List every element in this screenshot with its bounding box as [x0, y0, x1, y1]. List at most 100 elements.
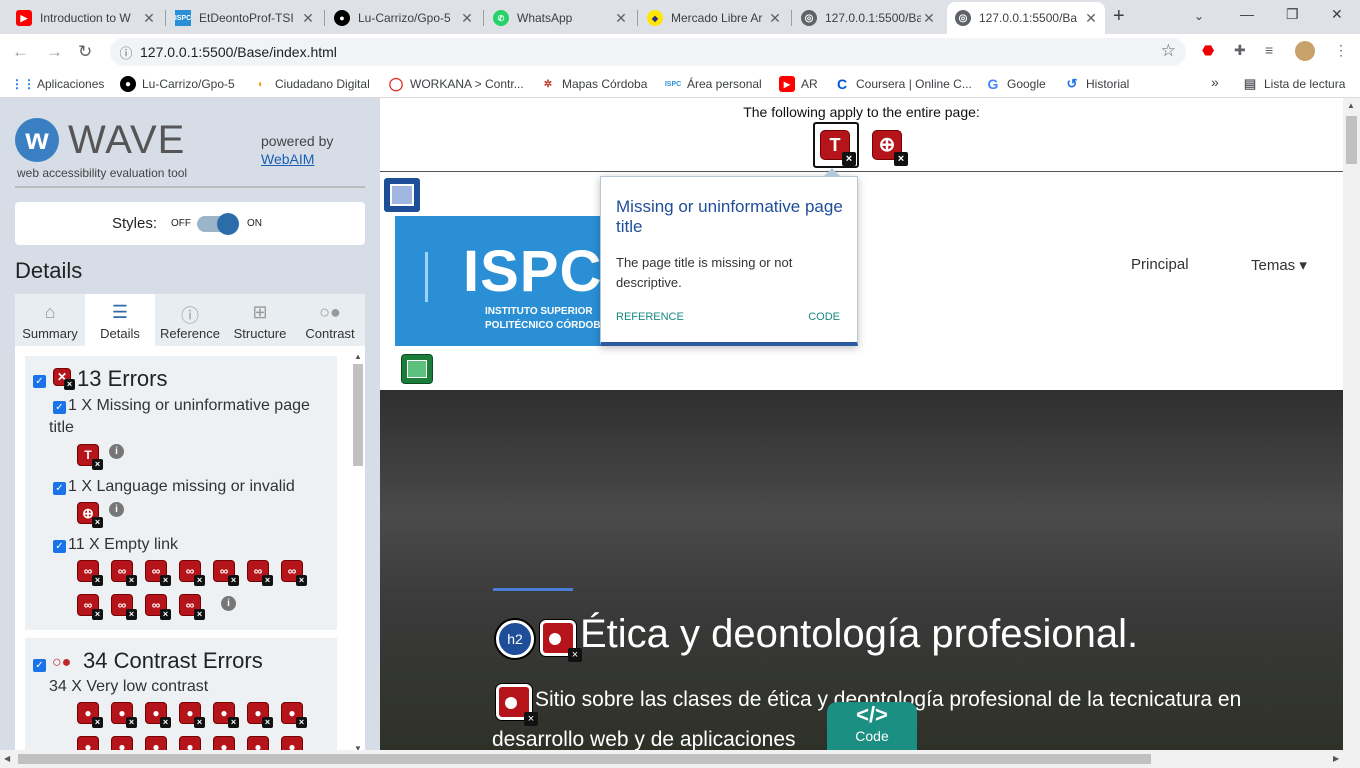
extensions-icon[interactable]: ✚ — [1234, 42, 1246, 59]
tab-reference[interactable]: ⓘ Reference — [155, 294, 225, 346]
media-icon[interactable]: ≡ — [1265, 42, 1273, 58]
site-info-icon[interactable]: ⓘ — [112, 43, 140, 62]
empty-link-icon[interactable]: ∞ — [145, 560, 171, 586]
bookmark-aplicaciones[interactable]: ⋮⋮ Aplicaciones — [11, 76, 104, 92]
bookmark-area-personal[interactable]: ISPC Área personal — [665, 76, 762, 92]
page-title-checkbox[interactable]: ✓ — [53, 401, 66, 414]
bookmark-ciudadano[interactable]: ◐ Ciudadano Digital — [253, 76, 370, 92]
h2-heading-icon[interactable]: h2 — [496, 620, 534, 658]
contrast-error-icon[interactable]: ● — [213, 736, 235, 750]
contrast-checkbox[interactable]: ✓ — [33, 659, 46, 672]
contrast-error-icon[interactable] — [496, 684, 538, 726]
contrast-error-icon[interactable]: ● — [77, 736, 99, 750]
bookmark-mapas[interactable]: ✲ Mapas Córdoba — [540, 76, 648, 92]
bookmarks-overflow-icon[interactable]: » — [1211, 74, 1219, 90]
scroll-up-icon[interactable]: ▲ — [1347, 101, 1355, 110]
language-error-icon[interactable]: ⊕ — [77, 502, 103, 528]
empty-link-icon[interactable]: ∞ — [179, 560, 205, 586]
tooltip-reference-link[interactable]: REFERENCE — [616, 311, 684, 323]
contrast-error-icon[interactable]: ● — [213, 702, 239, 728]
empty-link-icon[interactable]: ∞ — [77, 594, 103, 620]
bookmark-workana[interactable]: ◯ WORKANA > Contr... — [388, 76, 524, 92]
menu-icon[interactable]: ⋮ — [1334, 42, 1348, 59]
close-tab-icon[interactable]: ✕ — [300, 10, 316, 27]
close-window-icon[interactable]: ✕ — [1331, 6, 1343, 23]
new-tab-button[interactable]: + — [1113, 5, 1125, 28]
contrast-error-icon[interactable]: ● — [111, 702, 137, 728]
tab-search-icon[interactable]: ⌄ — [1194, 9, 1204, 23]
language-checkbox[interactable]: ✓ — [53, 482, 66, 495]
bookmark-star-icon[interactable]: ☆ — [1161, 41, 1176, 61]
close-tab-icon[interactable]: ✕ — [141, 10, 157, 27]
empty-link-icon[interactable]: ∞ — [111, 594, 137, 620]
reload-icon[interactable]: ↻ — [78, 42, 92, 62]
empty-link-icon[interactable]: ∞ — [247, 560, 273, 586]
tab-localhost-active[interactable]: ◎ 127.0.0.1:5500/Ba ✕ — [947, 2, 1105, 34]
contrast-error-icon[interactable]: ● — [281, 736, 303, 750]
tooltip-code-link[interactable]: CODE — [808, 311, 840, 323]
contrast-error-icon[interactable]: ● — [179, 702, 205, 728]
tab-whatsapp[interactable]: ✆ WhatsApp ✕ — [485, 2, 635, 34]
reading-list-button[interactable]: ▤ Lista de lectura — [1242, 76, 1346, 92]
tab-structure[interactable]: ⊞ Structure — [225, 294, 295, 346]
close-tab-icon[interactable]: ✕ — [459, 10, 475, 27]
avatar[interactable] — [1295, 41, 1315, 61]
page-vertical-scrollbar[interactable]: ▲ — [1343, 98, 1360, 750]
empty-link-icon[interactable]: ∞ — [281, 560, 307, 586]
bookmark-google[interactable]: G Google — [985, 76, 1046, 92]
address-bar[interactable]: ⓘ 127.0.0.1:5500/Base/index.html ☆ — [110, 38, 1186, 66]
scroll-right-icon[interactable]: ▶ — [1333, 754, 1339, 763]
structure-region-icon[interactable] — [384, 178, 420, 212]
page-title-error-icon[interactable]: T — [820, 130, 856, 166]
adblock-icon[interactable]: ⬣ — [1202, 42, 1214, 59]
page-horizontal-scrollbar[interactable]: ◀ ▶ — [0, 750, 1360, 768]
minimize-icon[interactable]: — — [1240, 6, 1254, 22]
contrast-error-icon[interactable]: ● — [145, 736, 167, 750]
scroll-left-icon[interactable]: ◀ — [4, 754, 10, 763]
vertical-scroll-thumb[interactable] — [1346, 116, 1357, 164]
empty-link-icon[interactable]: ∞ — [213, 560, 239, 586]
empty-link-icon[interactable]: ∞ — [111, 560, 137, 586]
contrast-error-icon[interactable]: ● — [247, 736, 269, 750]
close-tab-icon[interactable]: ✕ — [613, 10, 629, 27]
contrast-error-icon[interactable]: ● — [111, 736, 133, 750]
tab-contrast[interactable]: ○● Contrast — [295, 294, 365, 346]
bookmark-historial[interactable]: ↺ Historial — [1064, 76, 1130, 92]
empty-link-icon[interactable]: ∞ — [77, 560, 103, 586]
contrast-error-icon[interactable]: ● — [179, 736, 201, 750]
horizontal-scroll-thumb[interactable] — [18, 754, 1151, 764]
panel-scrollbar[interactable]: ▲ ▼ — [353, 352, 363, 750]
contrast-error-icon[interactable]: ● — [145, 702, 171, 728]
info-icon[interactable]: i — [221, 596, 236, 611]
restore-icon[interactable]: ❐ — [1286, 6, 1299, 23]
close-tab-icon[interactable]: ✕ — [1083, 10, 1099, 27]
page-title-error-icon[interactable]: T — [77, 444, 103, 470]
nav-temas[interactable]: Temas ▾ — [1251, 256, 1307, 274]
contrast-error-icon[interactable]: ● — [281, 702, 307, 728]
close-tab-icon[interactable]: ✕ — [921, 10, 937, 27]
bookmark-github[interactable]: ● Lu-Carrizo/Gpo-5 — [120, 76, 235, 92]
bookmark-coursera[interactable]: C Coursera | Online C... — [834, 76, 972, 92]
tab-mercadolibre[interactable]: ◆ Mercado Libre Ar ✕ — [639, 2, 789, 34]
tab-introduction[interactable]: ▶ Introduction to W ✕ — [8, 2, 163, 34]
empty-link-icon[interactable]: ∞ — [145, 594, 171, 620]
info-icon[interactable]: i — [109, 444, 124, 459]
contrast-error-icon[interactable]: ● — [77, 702, 103, 728]
webaim-link[interactable]: WebAIM — [261, 151, 314, 167]
tab-localhost-1[interactable]: ◎ 127.0.0.1:5500/Ba ✕ — [793, 2, 943, 34]
forward-icon[interactable]: → — [46, 42, 63, 62]
empty-link-icon[interactable]: ∞ — [179, 594, 205, 620]
close-tab-icon[interactable]: ✕ — [767, 10, 783, 27]
alt-text-image-icon[interactable] — [401, 354, 433, 384]
tab-details[interactable]: ☰ Details — [85, 294, 155, 346]
back-icon[interactable]: ← — [12, 42, 29, 62]
styles-toggle[interactable] — [197, 212, 239, 235]
info-icon[interactable]: i — [109, 502, 124, 517]
code-toggle-button[interactable]: </> Code — [827, 702, 917, 750]
tab-summary[interactable]: ⌂ Summary — [15, 294, 85, 346]
tab-etdeontoprof[interactable]: ISPC EtDeontoProf-TSI ✕ — [167, 2, 322, 34]
language-error-icon[interactable]: ⊕ — [872, 130, 908, 166]
contrast-error-icon[interactable] — [540, 620, 582, 662]
tab-github[interactable]: ● Lu-Carrizo/Gpo-5 ✕ — [326, 2, 481, 34]
errors-checkbox[interactable]: ✓ — [33, 375, 46, 388]
